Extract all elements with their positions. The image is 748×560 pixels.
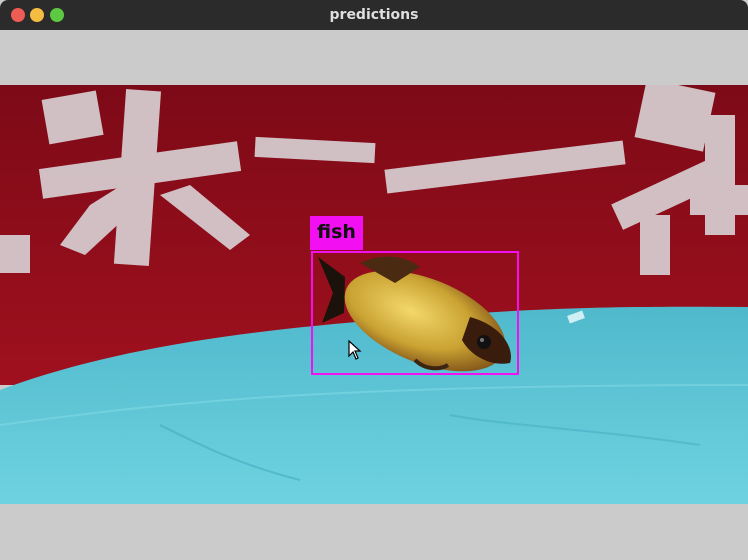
title-bar: predictions — [0, 0, 748, 30]
window-title: predictions — [329, 7, 419, 23]
detection-bounding-box — [311, 251, 519, 375]
mouse-cursor-icon — [348, 339, 362, 364]
detection-label: fish — [310, 216, 363, 250]
